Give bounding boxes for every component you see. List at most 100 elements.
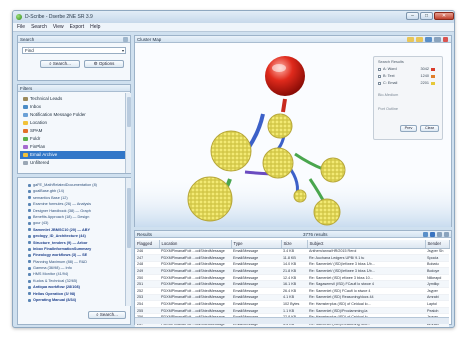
cluster-node[interactable] xyxy=(262,147,294,179)
cluster-node[interactable] xyxy=(293,189,307,203)
table-cell: 247 xyxy=(135,254,159,262)
filter-item[interactable]: Notification Message Folder xyxy=(20,111,130,119)
cluster-link xyxy=(294,152,324,171)
columns-icon[interactable] xyxy=(437,232,442,237)
table-cell: Re: Hamsterplus (ISD) of Ceidual lo... xyxy=(307,300,425,308)
folder-icon xyxy=(23,129,28,133)
results-horizontal-scrollbar[interactable] xyxy=(135,317,449,324)
collection-search-button[interactable]: ⌕ Search... xyxy=(88,311,126,319)
column-header[interactable]: Location xyxy=(159,240,232,249)
column-header[interactable]: Type xyxy=(231,240,282,249)
close-icon[interactable] xyxy=(443,37,448,42)
menu-export[interactable]: Export xyxy=(70,24,84,30)
legend-clear-button[interactable]: Clear xyxy=(420,125,439,132)
column-header[interactable]: Flagged xyxy=(135,240,160,249)
legend-name: B: Text xyxy=(383,74,395,78)
folder-icon[interactable] xyxy=(407,37,414,42)
results-header-row: Flagged Location Type Size Subject Sende… xyxy=(135,240,450,249)
filter-item[interactable]: Email Archive xyxy=(20,151,130,159)
table-row[interactable]: 258PDXMPlmanafFolt ...odiShiedMessageEma… xyxy=(135,327,449,328)
legend-subheading: Bio-Medium xyxy=(378,93,399,97)
table-row[interactable]: 254 PDXMPlmanafFolt ...odiShiedMessage Ema… xyxy=(135,300,449,308)
document-icon xyxy=(28,298,31,302)
table-row[interactable]: 252 PDXMPlmanafFolt ...odiShiedMessage Ema… xyxy=(135,287,449,295)
minimize-button[interactable]: – xyxy=(406,12,419,20)
table-row[interactable]: 246 PDXMPlmanafFolt ...odiShiedMessage Ema… xyxy=(135,248,449,256)
legend-row[interactable]: C: Email 2201 xyxy=(378,81,440,85)
filter-item[interactable]: Inbox xyxy=(20,103,130,111)
legend-row[interactable]: B: Text 1240 xyxy=(378,74,440,78)
table-cell: Re: Samenlet/ (ISD)/ef/wee 3 bkss 1/b... xyxy=(307,261,425,269)
filter-item[interactable]: Unfiltered xyxy=(20,159,130,167)
filter-scrollbar[interactable] xyxy=(125,93,131,173)
maximize-button[interactable]: □ xyxy=(420,12,433,20)
search-button[interactable]: ⌕ Search... xyxy=(40,60,80,68)
table-row[interactable]: 249 PDXMPlmanafFolt ...odiShiedMessage Ema… xyxy=(135,267,449,275)
refresh-icon[interactable] xyxy=(423,232,428,237)
table-cell: 248 xyxy=(135,261,159,269)
cluster-node-red[interactable] xyxy=(265,56,305,96)
options-button[interactable]: ⚙ Options xyxy=(84,60,124,68)
legend-checkbox[interactable] xyxy=(378,74,381,78)
legend-prev-button[interactable]: Prev xyxy=(400,125,417,132)
collection-scroll-thumb[interactable] xyxy=(127,188,131,248)
table-cell: Spocia xyxy=(425,254,449,262)
filter-item[interactable]: SPAM xyxy=(20,127,130,135)
legend-name: A: Word xyxy=(383,67,397,71)
table-row[interactable]: 251 PDXMPlmanafFolt ...odiShiedMessage Ema… xyxy=(135,280,449,289)
column-header[interactable]: Subject xyxy=(307,240,426,249)
legend-checkbox[interactable] xyxy=(378,67,381,71)
cluster-node[interactable] xyxy=(320,157,346,183)
collection-scrollbar[interactable] xyxy=(125,178,131,306)
menu-file[interactable]: File xyxy=(17,24,25,30)
results-header: Cluster Map Results 3776 results xyxy=(135,231,451,238)
collection-search-label: Search... xyxy=(99,312,118,317)
menu-help[interactable]: Help xyxy=(90,24,100,30)
cluster-node[interactable] xyxy=(267,113,293,139)
table-cell: PDXMPlmanafFolt ...odiShiedMessage xyxy=(159,287,231,295)
search-type-select[interactable]: Find ▾ xyxy=(22,47,126,54)
title-bar[interactable]: D-Scribe - Dserbe 2NE SR 3.9 – □ ✕ xyxy=(13,11,454,23)
open-folder-icon[interactable] xyxy=(416,37,423,42)
cluster-node[interactable] xyxy=(313,198,341,226)
document-icon xyxy=(28,196,31,200)
filter-item[interactable]: Location xyxy=(20,119,130,127)
filter-icon[interactable] xyxy=(425,37,432,42)
table-cell: Anthem/anna/HR/2015 Rerol xyxy=(307,248,425,256)
document-icon xyxy=(28,285,31,289)
panel-pin-icon[interactable] xyxy=(123,37,128,42)
document-icon xyxy=(28,266,31,270)
table-cell: 246 xyxy=(135,248,159,256)
legend-checkbox[interactable] xyxy=(378,81,381,85)
folder-icon xyxy=(23,137,28,141)
export-icon[interactable] xyxy=(430,232,435,237)
table-row[interactable]: 253 PDXMPlmanafFolt ...odiShiedMessage Ema… xyxy=(135,294,449,302)
filter-item[interactable]: FinPlan xyxy=(20,143,130,151)
table-cell: Jymilkp xyxy=(425,280,449,289)
filter-item[interactable]: Foldr xyxy=(20,135,130,143)
legend-row[interactable]: A: Word 3042 xyxy=(378,67,440,71)
table-row[interactable]: 247 PDXMPlmanafFolt ...odiShiedMessage Ema… xyxy=(135,254,449,262)
legend-title: Search Results xyxy=(378,60,404,64)
table-cell: PDXMPlmanafFolt ...odiShiedMessage xyxy=(159,254,231,262)
filter-item[interactable]: Technical Leads xyxy=(20,95,130,103)
close-button[interactable]: ✕ xyxy=(434,12,454,20)
table-cell: 255 xyxy=(135,307,159,315)
table-row[interactable]: 250 PDXMPlmanafFolt ...odiShiedMessage Ema… xyxy=(135,274,449,282)
filter-scroll-thumb[interactable] xyxy=(127,97,131,127)
cluster-node[interactable] xyxy=(210,130,252,172)
chevron-down-icon: ▾ xyxy=(121,48,124,53)
legend-swatch xyxy=(431,67,435,71)
cluster-node[interactable] xyxy=(187,176,233,222)
table-row[interactable]: 248 PDXMPlmanafFolt ...odiShiedMessage Ema… xyxy=(135,261,449,269)
expand-icon[interactable] xyxy=(444,232,449,237)
menu-view[interactable]: View xyxy=(53,24,64,30)
table-row[interactable]: 255 PDXMPlmanafFolt ...odiShiedMessage Ema… xyxy=(135,307,449,315)
menu-search[interactable]: Search xyxy=(31,24,47,30)
table-cell: Re: Auchana Ledgers UPB/ 9.1 tu xyxy=(307,254,425,262)
column-header[interactable]: Size xyxy=(281,240,308,249)
collection-item[interactable]: Operating Manual (8/34) xyxy=(28,297,128,303)
settings-icon[interactable] xyxy=(434,37,441,42)
search-panel: Search Find ▾ ⌕ Search... ⚙ Options xyxy=(17,35,131,81)
column-header[interactable]: Sender xyxy=(425,240,450,249)
